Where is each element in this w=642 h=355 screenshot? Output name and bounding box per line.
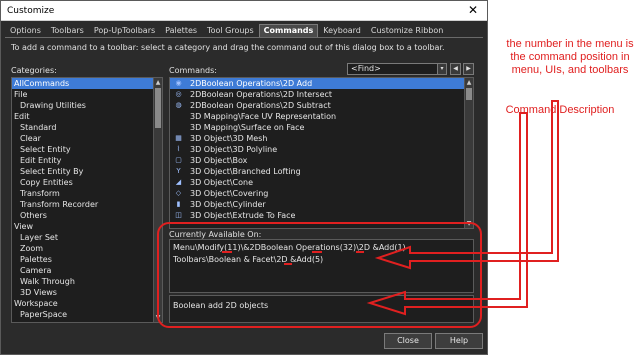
surface-on-face-icon xyxy=(175,124,182,131)
commands-scroll-thumb[interactable] xyxy=(466,88,472,100)
category-item[interactable]: Others xyxy=(12,210,162,221)
category-item[interactable]: Clear xyxy=(12,133,162,144)
face-uv-icon xyxy=(175,113,182,120)
category-item[interactable]: PaperSpace xyxy=(12,309,162,320)
scroll-up-icon[interactable]: ▲ xyxy=(465,78,473,87)
command-label: 3D Object\3D Mesh xyxy=(190,134,268,143)
categories-list[interactable]: AllCommands File Drawing Utilities Edit Stan… xyxy=(11,77,163,323)
commands-list[interactable]: ◉ 2DBoolean Operations\2D Add ◎ 2DBoolean O… xyxy=(169,77,474,229)
title-bar: Customize ✕ xyxy=(1,1,487,21)
category-item[interactable]: Transform Recorder xyxy=(12,199,162,210)
command-item[interactable]: ◎ 2DBoolean Operations\2D Intersect xyxy=(170,89,473,100)
command-item[interactable]: ⌇ 3D Object\3D Polyline xyxy=(170,144,473,155)
command-label: 3D Object\3D Polyline xyxy=(190,145,278,154)
tab-options[interactable]: Options xyxy=(5,24,46,38)
tab-customize-ribbon[interactable]: Customize Ribbon xyxy=(366,24,448,38)
category-item[interactable]: Layer Set xyxy=(12,232,162,243)
find-next-icon[interactable]: ▶ xyxy=(463,63,474,75)
find-dropdown-icon[interactable]: ▾ xyxy=(437,63,447,75)
command-item[interactable]: ◢ 3D Object\Cone xyxy=(170,177,473,188)
category-item[interactable]: 3D Views xyxy=(12,287,162,298)
window-title: Customize xyxy=(7,6,55,16)
category-item[interactable]: Standard xyxy=(12,122,162,133)
command-label: 3D Object\Extrude To Face xyxy=(190,211,296,220)
find-input[interactable]: <Find> xyxy=(347,63,443,75)
tab-keyboard[interactable]: Keyboard xyxy=(318,24,366,38)
annotation-position-note: the number in the menu is the command po… xyxy=(506,38,634,76)
commands-scrollbar[interactable]: ▲ ▼ xyxy=(464,78,473,228)
category-item[interactable]: Select Entity By xyxy=(12,166,162,177)
box-icon: ▢ xyxy=(175,156,182,164)
polyline-icon: ⌇ xyxy=(176,145,181,153)
category-item[interactable]: Zoom xyxy=(12,243,162,254)
help-button[interactable]: Help xyxy=(435,333,483,349)
category-item[interactable]: Palettes xyxy=(12,254,162,265)
tab-pop-uptoolbars[interactable]: Pop-UpToolbars xyxy=(89,24,160,38)
category-item[interactable]: Select Entity xyxy=(12,144,162,155)
find-prev-icon[interactable]: ◀ xyxy=(450,63,461,75)
command-label: 3D Mapping\Surface on Face xyxy=(190,123,305,132)
scroll-up-icon[interactable]: ▲ xyxy=(154,78,162,87)
command-item[interactable]: ▦ 3D Object\3D Mesh xyxy=(170,133,473,144)
categories-label: Categories: xyxy=(11,66,57,75)
command-label: 3D Object\Box xyxy=(190,156,248,165)
category-item[interactable]: Workspace xyxy=(12,298,162,309)
instructions-text: To add a command to a toolbar: select a … xyxy=(11,43,445,52)
tab-divider xyxy=(5,37,483,38)
command-label: 2DBoolean Operations\2D Add xyxy=(190,79,313,88)
command-label: 3D Object\Cone xyxy=(190,178,254,187)
category-item[interactable]: Edit xyxy=(12,111,162,122)
extrude-icon: ◫ xyxy=(175,211,182,219)
category-item[interactable]: Drawing Utilities xyxy=(12,100,162,111)
command-item[interactable]: 3D Mapping\Face UV Representation xyxy=(170,111,473,122)
tab-commands[interactable]: Commands xyxy=(258,24,319,38)
command-label: 2DBoolean Operations\2D Intersect xyxy=(190,90,333,99)
command-item[interactable]: ▢ 3D Object\Box xyxy=(170,155,473,166)
command-label: 2DBoolean Operations\2D Subtract xyxy=(190,101,331,110)
command-item[interactable]: ◉ 2DBoolean Operations\2D Add xyxy=(170,78,473,89)
category-item[interactable]: View xyxy=(12,221,162,232)
covering-icon: ◇ xyxy=(175,189,182,197)
command-item[interactable]: Y 3D Object\Branched Lofting xyxy=(170,166,473,177)
command-item[interactable]: ▮ 3D Object\Cylinder xyxy=(170,199,473,210)
command-item[interactable]: ◇ 3D Object\Covering xyxy=(170,188,473,199)
annotation-highlight-box xyxy=(157,222,482,328)
category-item[interactable]: File xyxy=(12,89,162,100)
command-label: 3D Object\Covering xyxy=(190,189,269,198)
cone-icon: ◢ xyxy=(175,178,182,186)
close-button[interactable]: Close xyxy=(384,333,432,349)
tab-tool-groups[interactable]: Tool Groups xyxy=(202,24,259,38)
command-label: 3D Object\Branched Lofting xyxy=(190,167,301,176)
category-item[interactable]: Copy Entities xyxy=(12,177,162,188)
category-item[interactable]: AllCommands xyxy=(12,78,162,89)
tab-palettes[interactable]: Palettes xyxy=(160,24,202,38)
command-item[interactable]: ◍ 2DBoolean Operations\2D Subtract xyxy=(170,100,473,111)
command-item[interactable]: 3D Mapping\Surface on Face xyxy=(170,122,473,133)
categories-scroll-thumb[interactable] xyxy=(155,88,161,128)
commands-label: Commands: xyxy=(169,66,217,75)
category-item[interactable]: Edit Entity xyxy=(12,155,162,166)
annotation-description-note: Command Description xyxy=(505,104,615,116)
boolean-subtract-icon: ◍ xyxy=(175,101,182,109)
command-label: 3D Object\Cylinder xyxy=(190,200,266,209)
category-item[interactable]: Walk Through xyxy=(12,276,162,287)
category-item[interactable]: Camera xyxy=(12,265,162,276)
boolean-intersect-icon: ◎ xyxy=(175,90,182,98)
command-label: 3D Mapping\Face UV Representation xyxy=(190,112,337,121)
tab-toolbars[interactable]: Toolbars xyxy=(46,24,89,38)
cylinder-icon: ▮ xyxy=(176,200,181,208)
close-window-icon[interactable]: ✕ xyxy=(459,1,487,20)
tab-bar: Options Toolbars Pop-UpToolbars Palettes Too… xyxy=(5,24,448,38)
command-item[interactable]: ◫ 3D Object\Extrude To Face xyxy=(170,210,473,221)
category-item[interactable]: Transform xyxy=(12,188,162,199)
mesh-icon: ▦ xyxy=(175,134,182,142)
boolean-add-icon: ◉ xyxy=(175,79,182,87)
branched-lofting-icon: Y xyxy=(176,167,181,175)
